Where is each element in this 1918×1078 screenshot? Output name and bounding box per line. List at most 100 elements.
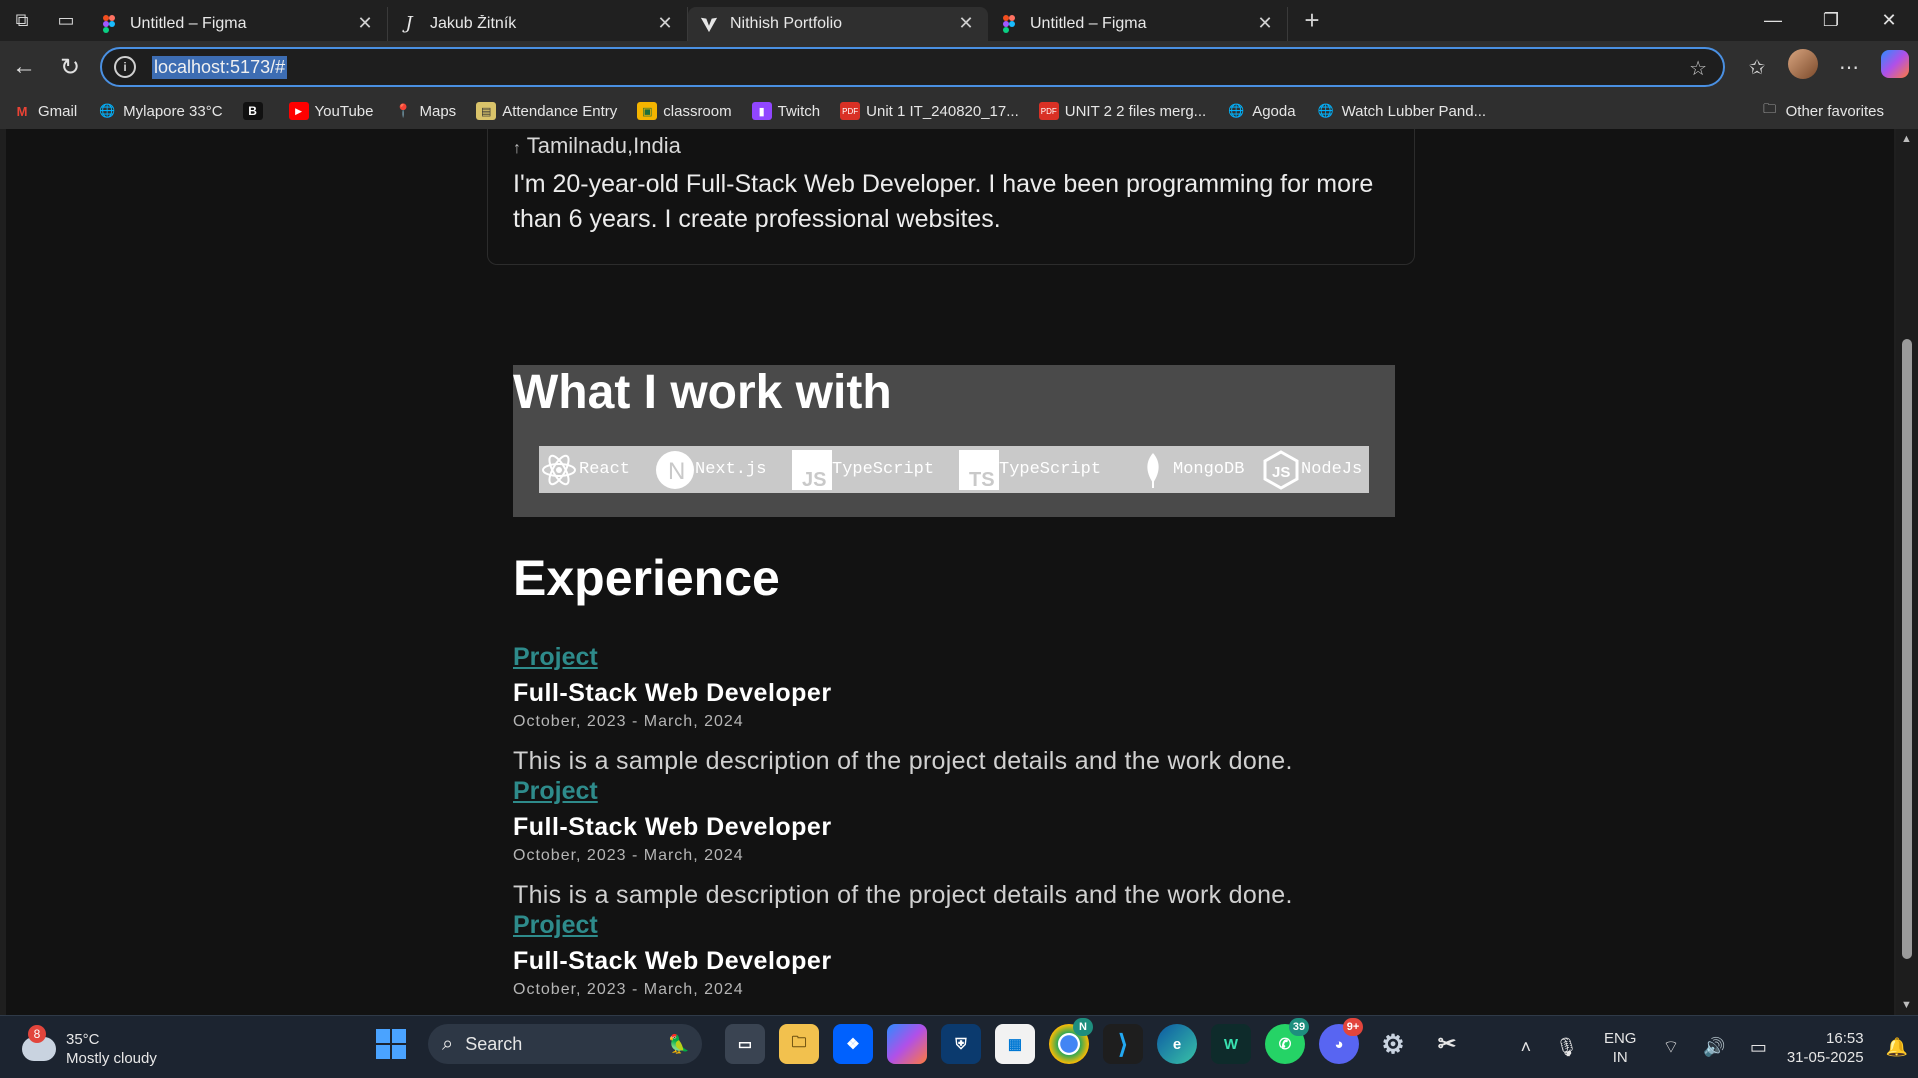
bookmark-agoda[interactable]: 🌐 Agoda bbox=[1226, 102, 1295, 120]
toolbar-right: ✩ ⋯ bbox=[1734, 41, 1918, 93]
b-logo-icon: B bbox=[242, 102, 263, 120]
tech-nodejs: JS NodeJs bbox=[1261, 449, 1369, 490]
tab-nithish-portfolio[interactable]: Nithish Portfolio ✕ bbox=[688, 6, 988, 41]
scroll-up-icon[interactable]: ▲ bbox=[1901, 133, 1912, 145]
vertical-tabs-icon[interactable]: ▭ bbox=[44, 0, 88, 41]
predator-sense-icon[interactable]: W bbox=[1211, 1024, 1251, 1064]
other-favorites[interactable]: 🗀 Other favorites bbox=[1760, 101, 1884, 120]
discord-icon[interactable]: ◕ 9+ bbox=[1319, 1018, 1363, 1064]
work-with-section: What I work with React N Next.js JS Type… bbox=[513, 365, 1395, 517]
job-description: This is a sample description of the proj… bbox=[513, 881, 1293, 909]
file-explorer-icon[interactable]: 🗀 bbox=[779, 1024, 819, 1064]
bookmark-unit1-pdf[interactable]: PDF Unit 1 IT_240820_17... bbox=[840, 102, 1019, 120]
taskbar-apps: ⌕ Search 🦜 ▭ 🗀 ❖ ⛨ ▦ N ⟩ e W ✆ 39 ◕ 9+ ⚙… bbox=[376, 1018, 1474, 1064]
page-viewport: ↑ Tamilnadu,India I'm 20-year-old Full-S… bbox=[6, 129, 1894, 1015]
close-icon[interactable]: ✕ bbox=[1255, 13, 1275, 34]
browser-tab-bar: ⧉ ▭ Untitled – Figma ✕ J Jakub Žitník ✕ … bbox=[0, 0, 1918, 41]
location-text: ↑ Tamilnadu,India bbox=[513, 133, 681, 158]
unread-count-badge: 9+ bbox=[1343, 1018, 1363, 1036]
new-tab-button[interactable]: + bbox=[1292, 5, 1332, 36]
bookmark-youtube[interactable]: ▶ YouTube bbox=[288, 102, 374, 120]
task-view-icon[interactable]: ▭ bbox=[725, 1024, 765, 1064]
wifi-icon[interactable]: ⌔ bbox=[1662, 1036, 1679, 1059]
project-link[interactable]: Project bbox=[513, 777, 1413, 813]
typescript-icon: TS bbox=[959, 449, 999, 490]
microphone-icon[interactable]: 🎙 bbox=[1555, 1037, 1578, 1058]
snipping-tool-icon[interactable]: ✂ bbox=[1427, 1024, 1467, 1064]
twitch-icon: ▮ bbox=[751, 102, 772, 120]
profile-avatar[interactable] bbox=[1780, 49, 1826, 85]
chrome-icon[interactable]: N bbox=[1049, 1018, 1093, 1064]
whatsapp-icon[interactable]: ✆ 39 bbox=[1265, 1018, 1309, 1064]
battery-icon[interactable]: ▭ bbox=[1750, 1037, 1767, 1058]
windows-start-icon[interactable] bbox=[376, 1029, 406, 1059]
close-icon[interactable]: ✕ bbox=[655, 13, 675, 34]
close-window-icon[interactable]: ✕ bbox=[1860, 0, 1918, 41]
chevron-up-icon[interactable]: ˄ bbox=[1521, 1037, 1532, 1058]
microsoft-store-icon[interactable]: ▦ bbox=[995, 1024, 1035, 1064]
folder-icon: 🗀 bbox=[1763, 101, 1777, 116]
bookmark-b[interactable]: B bbox=[242, 102, 269, 120]
bookmark-gmail[interactable]: M Gmail bbox=[12, 102, 78, 120]
section-title: What I work with bbox=[513, 366, 892, 419]
notification-badge: 8 bbox=[28, 1025, 46, 1043]
figma-icon bbox=[1000, 14, 1018, 33]
javascript-icon: JS bbox=[792, 449, 832, 490]
job-role: Full-Stack Web Developer bbox=[513, 947, 832, 975]
experience-item: Project Full-Stack Web Developer October… bbox=[513, 777, 1413, 910]
browser-toolbar: ← ↻ i localhost:5173/# ☆ ✩ ⋯ bbox=[0, 41, 1918, 93]
youtube-icon: ▶ bbox=[288, 102, 309, 120]
project-link[interactable]: Project bbox=[513, 911, 1413, 947]
bookmark-classroom[interactable]: ▣ classroom bbox=[637, 102, 732, 120]
language-indicator[interactable]: ENG IN bbox=[1604, 1029, 1637, 1067]
experience-item: Project Full-Stack Web Developer October… bbox=[513, 643, 1413, 776]
back-button[interactable]: ← bbox=[2, 45, 46, 89]
mongodb-leaf-icon bbox=[1133, 450, 1173, 490]
react-icon bbox=[539, 450, 579, 490]
dropbox-icon[interactable]: ❖ bbox=[833, 1024, 873, 1064]
speaker-icon[interactable]: 🔊 bbox=[1703, 1037, 1725, 1058]
job-description: This is a sample description of the proj… bbox=[513, 747, 1293, 775]
site-info-icon[interactable]: i bbox=[114, 56, 136, 78]
bookmark-mylapore[interactable]: 🌐 Mylapore 33°C bbox=[97, 102, 222, 120]
bookmark-unit2-pdf[interactable]: PDF UNIT 2 2 files merg... bbox=[1038, 102, 1206, 120]
taskbar-search[interactable]: ⌕ Search 🦜 bbox=[428, 1024, 702, 1064]
nextjs-icon: N bbox=[655, 450, 695, 490]
tab-jakub-zitnik[interactable]: J Jakub Žitník ✕ bbox=[388, 6, 688, 41]
scrollbar-thumb[interactable] bbox=[1902, 339, 1912, 959]
tab-figma-1[interactable]: Untitled – Figma ✕ bbox=[88, 6, 388, 41]
workspaces-icon[interactable]: ⧉ bbox=[0, 0, 44, 41]
vscode-icon[interactable]: ⟩ bbox=[1103, 1024, 1143, 1064]
notification-bell-icon[interactable]: 🔔 bbox=[1886, 1037, 1908, 1058]
copilot-app-icon[interactable] bbox=[887, 1024, 927, 1064]
job-dates: October, 2023 - March, 2024 bbox=[513, 981, 744, 998]
favorites-icon[interactable]: ✩ bbox=[1734, 55, 1780, 80]
tab-figma-2[interactable]: Untitled – Figma ✕ bbox=[988, 6, 1288, 41]
bookmark-attendance[interactable]: ▤ Attendance Entry bbox=[476, 102, 617, 120]
favorite-star-icon[interactable]: ☆ bbox=[1689, 56, 1707, 81]
bookmark-twitch[interactable]: ▮ Twitch bbox=[751, 102, 820, 120]
page-scrollbar[interactable]: ▲ ▼ bbox=[1896, 129, 1918, 1015]
settings-gear-icon[interactable]: ⚙ bbox=[1373, 1024, 1413, 1064]
project-link[interactable]: Project bbox=[513, 643, 1413, 679]
more-options-icon[interactable]: ⋯ bbox=[1826, 55, 1872, 80]
bookmark-lubber-pandi[interactable]: 🌐 Watch Lubber Pand... bbox=[1316, 102, 1486, 120]
minimize-icon[interactable]: — bbox=[1744, 0, 1802, 41]
url-text[interactable]: localhost:5173/# bbox=[152, 55, 288, 79]
tech-nextjs: N Next.js bbox=[655, 450, 792, 490]
edge-icon[interactable]: e bbox=[1157, 1024, 1197, 1064]
restore-icon[interactable]: ❐ bbox=[1802, 0, 1860, 41]
refresh-button[interactable]: ↻ bbox=[48, 45, 92, 89]
clock[interactable]: 16:53 31-05-2025 bbox=[1787, 1029, 1864, 1067]
close-icon[interactable]: ✕ bbox=[355, 13, 375, 34]
weather-temp: 35°C bbox=[66, 1031, 100, 1048]
maps-pin-icon: 📍 bbox=[395, 103, 412, 118]
scroll-down-icon[interactable]: ▼ bbox=[1901, 999, 1912, 1011]
tech-typescript: TS TypeScript bbox=[959, 449, 1133, 490]
bookmark-maps[interactable]: 📍 Maps bbox=[394, 102, 456, 120]
shield-app-icon[interactable]: ⛨ bbox=[941, 1024, 981, 1064]
copilot-icon[interactable] bbox=[1872, 50, 1918, 84]
close-icon[interactable]: ✕ bbox=[956, 13, 976, 34]
weather-widget[interactable]: 8 35°C Mostly cloudy bbox=[22, 1025, 157, 1068]
address-bar[interactable]: i localhost:5173/# ☆ bbox=[100, 47, 1725, 87]
